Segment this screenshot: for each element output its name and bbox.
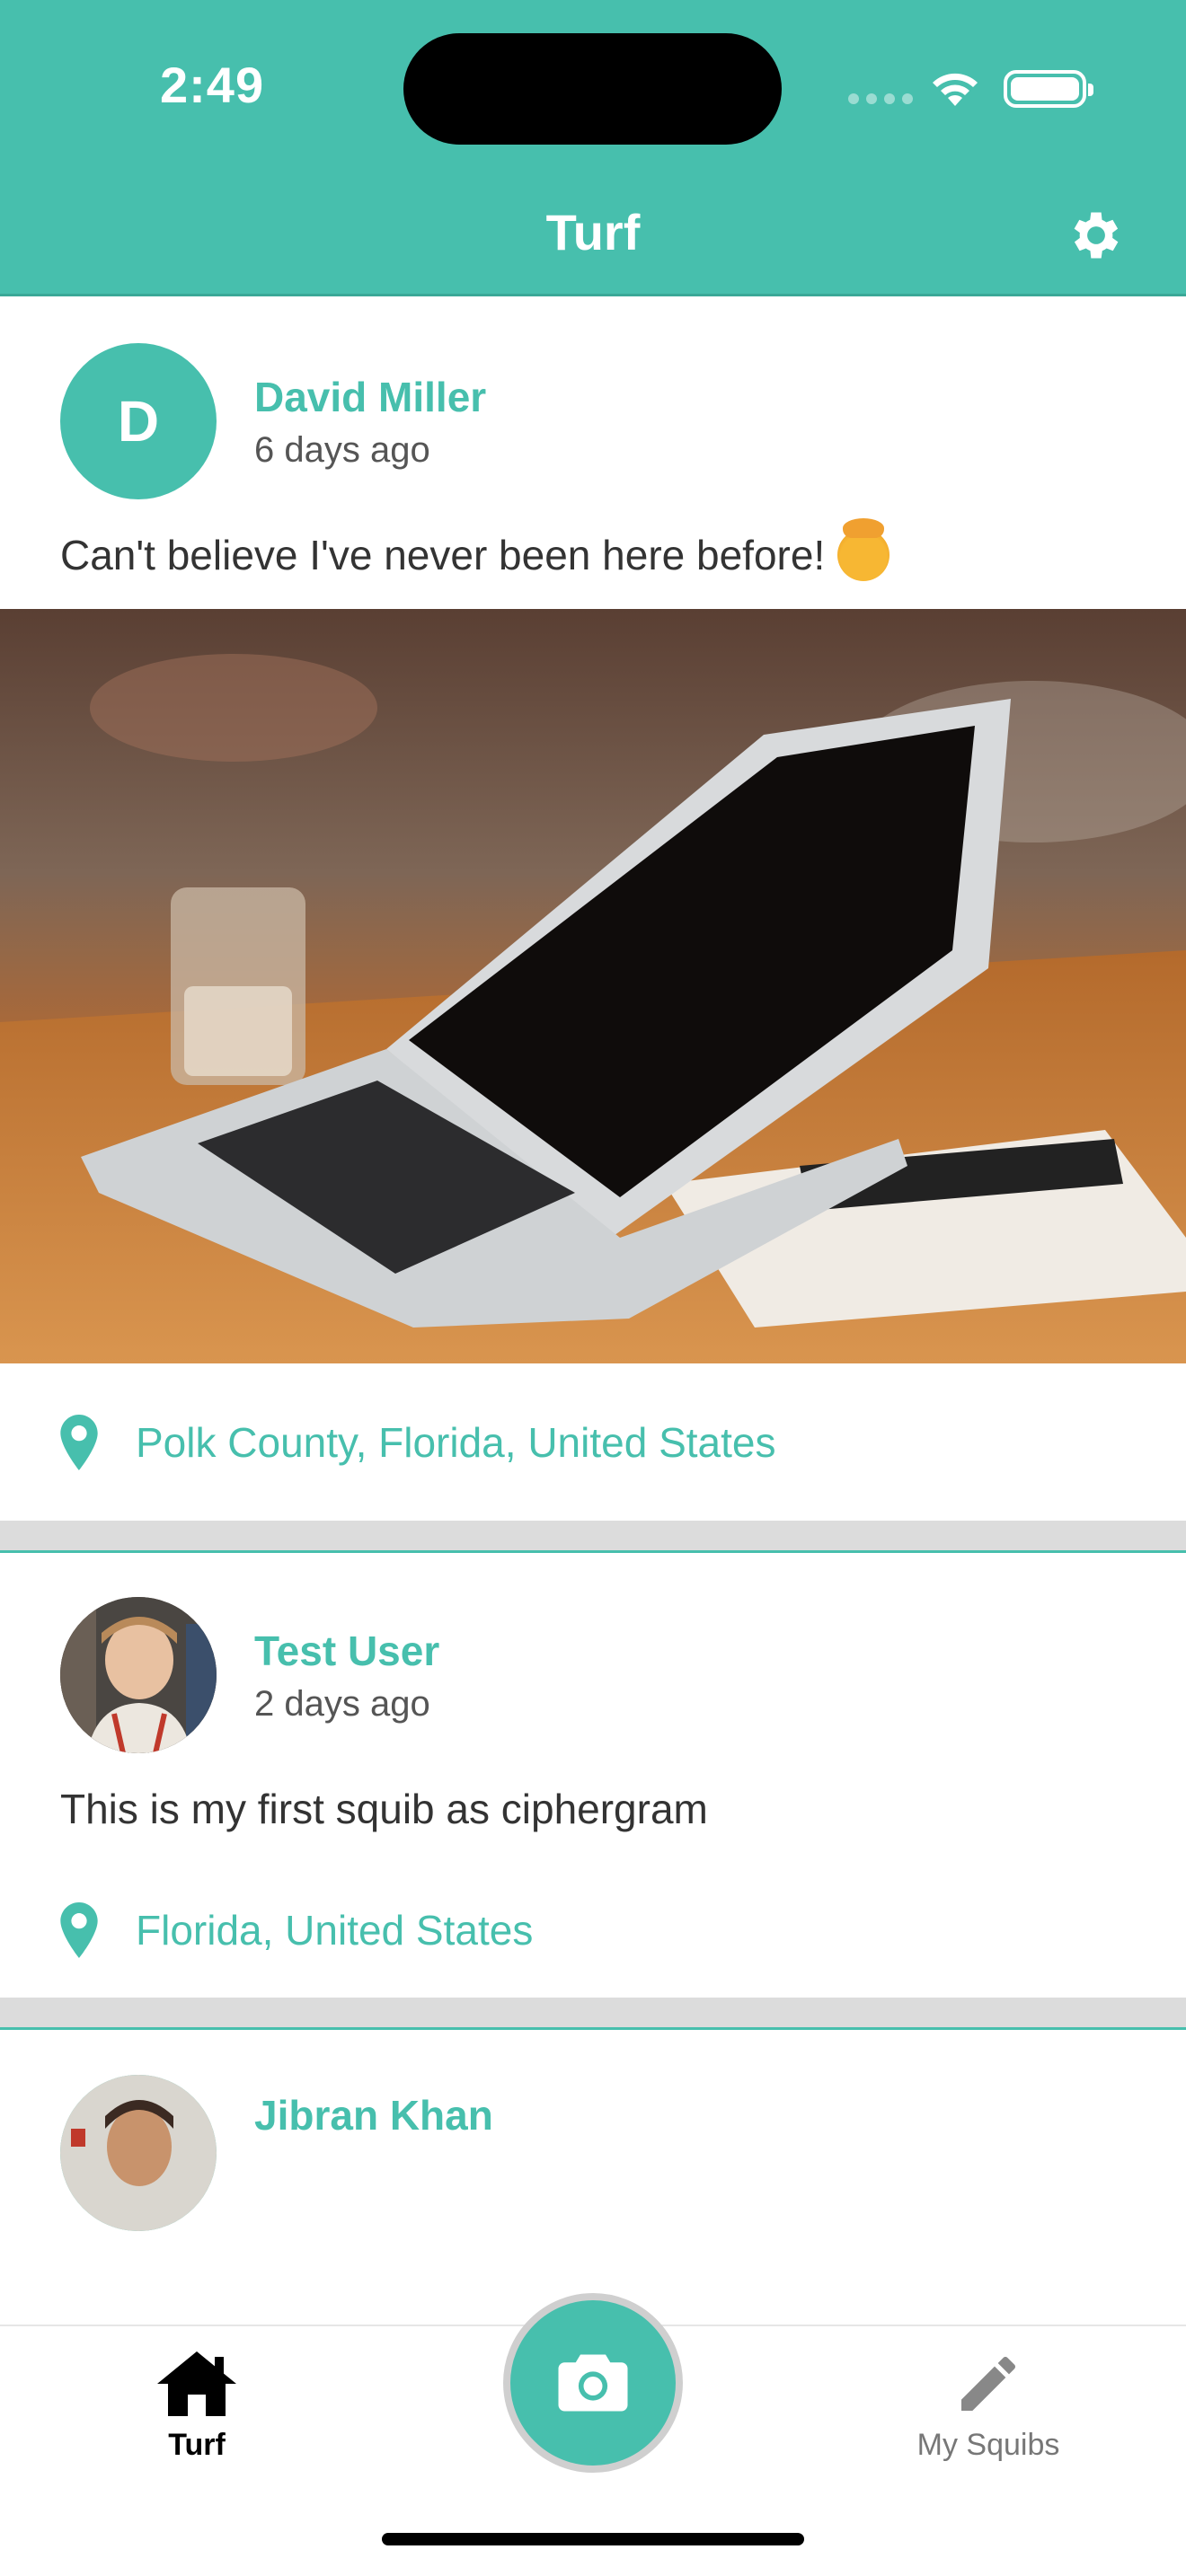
status-time: 2:49 (160, 57, 265, 113)
post-divider (0, 1998, 1186, 2030)
avatar-initial: D (117, 389, 160, 454)
avatar[interactable] (60, 2075, 217, 2231)
cellular-signal-icon (848, 93, 913, 104)
feed[interactable]: D David Miller 6 days ago Can't believe … (0, 299, 1186, 2325)
post-divider (0, 1521, 1186, 1553)
location-text: Polk County, Florida, United States (136, 1418, 776, 1466)
post-header: Test User 2 days ago (0, 1553, 1186, 1755)
camera-icon (558, 2354, 628, 2412)
avatar[interactable]: D (60, 343, 217, 499)
tab-turf-label: Turf (168, 2428, 226, 2462)
timestamp: 6 days ago (254, 430, 430, 470)
gear-icon[interactable] (1066, 205, 1127, 266)
wifi-icon (933, 73, 978, 106)
tab-my-squibs[interactable]: My Squibs (881, 2348, 1096, 2463)
post-text: This is my first squib as ciphergram (60, 1786, 708, 1832)
author-name[interactable]: Jibran Khan (254, 2091, 493, 2139)
dynamic-island (403, 33, 782, 145)
post-photo[interactable] (0, 609, 1186, 1363)
status-bar: 2:49 (0, 0, 1186, 171)
post-header: Jibran Khan (0, 2030, 1186, 2232)
location-link[interactable]: Florida, United States (0, 1863, 1186, 1998)
post-card: D David Miller 6 days ago Can't believe … (0, 299, 1186, 1553)
map-pin-icon (60, 1902, 98, 1958)
post-text: Can't believe I've never been here befor… (0, 501, 1186, 609)
post-card: Test User 2 days ago This is my first sq… (0, 1553, 1186, 2030)
tab-turf[interactable]: Turf (89, 2348, 305, 2463)
timestamp: 2 days ago (254, 1684, 430, 1724)
camera-button[interactable] (503, 2293, 683, 2473)
post-card: Jibran Khan (0, 2030, 1186, 2232)
nav-bar: Turf (0, 171, 1186, 296)
page-title: Turf (545, 204, 641, 260)
laptop-photo-illustration (0, 609, 1186, 1363)
user-photo-illustration (60, 1597, 217, 1753)
location-link[interactable]: Polk County, Florida, United States (0, 1363, 1186, 1521)
exploding-head-emoji-icon (837, 518, 890, 581)
home-icon (157, 2351, 236, 2416)
post-text-content: Can't believe I've never been here befor… (60, 532, 826, 578)
author-name[interactable]: Test User (254, 1627, 439, 1675)
avatar[interactable] (60, 1597, 217, 1753)
home-indicator (382, 2533, 804, 2545)
location-text: Florida, United States (136, 1907, 534, 1954)
author-name[interactable]: David Miller (254, 373, 486, 421)
pencil-icon (961, 2357, 1015, 2411)
tab-my-squibs-label: My Squibs (916, 2428, 1060, 2462)
user-photo-illustration (60, 2075, 217, 2231)
map-pin-icon (60, 1414, 98, 1470)
battery-icon (1004, 70, 1093, 108)
post-header: D David Miller 6 days ago (0, 299, 1186, 501)
